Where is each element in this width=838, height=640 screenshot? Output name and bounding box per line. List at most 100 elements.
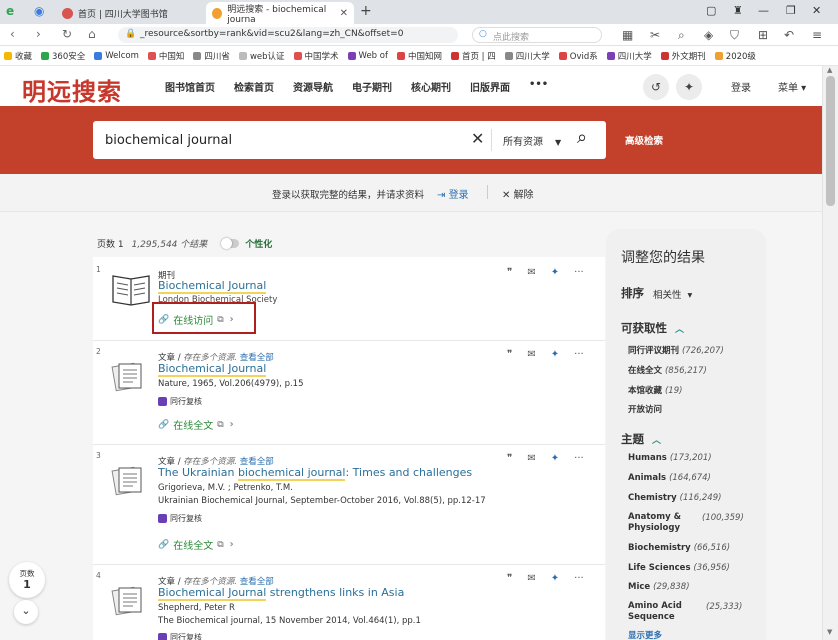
facet-item[interactable]: Mice (29,838) xyxy=(628,582,690,592)
undo-icon[interactable]: ↶ xyxy=(784,28,794,42)
bookmark-item[interactable]: 四川大学 xyxy=(606,50,652,62)
facet-item[interactable]: Humans (173,201) xyxy=(628,453,712,463)
show-more-link[interactable]: 显示更多 xyxy=(628,629,662,640)
nav-resources[interactable]: 资源导航 xyxy=(293,79,333,94)
bookmark-item[interactable]: Web of xyxy=(347,51,388,61)
bookmark-item[interactable]: 四川省 xyxy=(193,50,230,62)
more-icon[interactable]: ··· xyxy=(574,349,584,360)
home-icon[interactable]: ⌂ xyxy=(88,27,96,41)
search-submit-icon[interactable]: ⌕ xyxy=(577,127,587,148)
result-title[interactable]: Biochemical Journal strengthens links in… xyxy=(158,586,404,601)
nav-core-journals[interactable]: 核心期刊 xyxy=(411,79,451,94)
sort-select[interactable]: 相关性 ▾ xyxy=(653,287,692,301)
cite-icon[interactable]: ❞ xyxy=(507,267,512,278)
result-item[interactable]: 4 文章 / 存在多个资源. 查看全部 Biochemical Journal … xyxy=(93,565,605,640)
result-title[interactable]: The Ukrainian biochemical journal: Times… xyxy=(158,466,472,481)
scroll-down-icon[interactable]: ▼ xyxy=(827,628,832,636)
scope-select[interactable]: 所有资源 ▼ xyxy=(503,133,561,148)
shirt-icon[interactable]: ♜ xyxy=(733,4,743,17)
result-item[interactable]: 1 期刊 Biochemical Journal London Biochemi… xyxy=(93,257,605,341)
advanced-search-link[interactable]: 高级检索 xyxy=(625,133,663,147)
scrollbar[interactable]: ▲ ▼ xyxy=(822,66,838,640)
shield-icon[interactable]: ⛉ xyxy=(730,28,739,43)
facet-item[interactable]: 在线全文 (856,217) xyxy=(628,364,707,376)
result-item[interactable]: 3 文章 / 存在多个资源. 查看全部 The Ukrainian bioche… xyxy=(93,445,605,565)
tab-library-home[interactable]: 首页 | 四川大学图书馆 xyxy=(56,2,204,24)
facet-item[interactable]: Amino Acid Sequence xyxy=(628,601,698,623)
nav-more[interactable]: ••• xyxy=(529,79,548,94)
subject-heading[interactable]: 主题 ︿ xyxy=(621,431,661,447)
pin-icon[interactable]: ✦ xyxy=(551,573,559,584)
personalize-label[interactable]: 个性化 xyxy=(245,237,272,250)
fulltext-link[interactable]: 🔗 在线全文 ⧉ › xyxy=(158,417,234,432)
pin-icon[interactable]: ✦ xyxy=(551,349,559,360)
personalize-toggle[interactable] xyxy=(221,238,240,249)
nav-library-home[interactable]: 图书馆首页 xyxy=(165,79,215,94)
more-icon[interactable]: ··· xyxy=(574,573,584,584)
page-indicator[interactable]: 页数 1 xyxy=(9,562,45,598)
pin-icon[interactable]: ✦ xyxy=(551,453,559,464)
history-icon[interactable]: ↺ xyxy=(643,74,669,100)
nav-search-home[interactable]: 检索首页 xyxy=(234,79,274,94)
bookmark-item[interactable]: 四川大学 xyxy=(504,50,550,62)
facet-item[interactable]: 同行评议期刊 (726,207) xyxy=(628,344,724,356)
url-field[interactable]: 🔒 _resource&sortby=rank&vid=scu2&lang=zh… xyxy=(118,27,458,43)
reload-icon[interactable]: ↻ xyxy=(62,27,72,41)
fulltext-link[interactable]: 🔗 在线全文 ⧉ › xyxy=(158,537,234,552)
cite-icon[interactable]: ❞ xyxy=(507,453,512,464)
bookmark-item[interactable]: 收藏 xyxy=(4,50,32,62)
bookmark-item[interactable]: 中国知网 xyxy=(396,50,442,62)
dismiss-button[interactable]: ✕ 解除 xyxy=(502,186,534,201)
bookmark-item[interactable]: 360安全 xyxy=(41,50,85,62)
bookmark-item[interactable]: web认证 xyxy=(238,50,285,62)
facet-item[interactable]: Life Sciences (36,956) xyxy=(628,563,730,573)
forward-icon[interactable]: › xyxy=(36,27,41,41)
facet-item[interactable]: Anatomy & Physiology xyxy=(628,512,698,534)
browser-search-input[interactable]: ○ 点此搜索 xyxy=(472,27,602,43)
availability-heading[interactable]: 可获取性 ︿ xyxy=(621,320,684,336)
chevron-down-icon[interactable]: ⌄ xyxy=(14,600,38,624)
pin-icon[interactable]: ✦ xyxy=(551,267,559,278)
scroll-up-icon[interactable]: ▲ xyxy=(827,66,832,74)
close-tab-icon[interactable]: ✕ xyxy=(340,8,348,19)
apps-icon[interactable]: ⊞ xyxy=(758,28,768,42)
result-title[interactable]: Biochemical Journal xyxy=(158,279,267,294)
scrollbar-thumb[interactable] xyxy=(826,76,835,206)
bookmark-item[interactable]: 首页 | 四 xyxy=(450,50,496,62)
nav-old-interface[interactable]: 旧版界面 xyxy=(470,79,510,94)
tab-search-results[interactable]: 明远搜索 - biochemical journa ✕ xyxy=(206,2,354,25)
facet-item[interactable]: 开放访问 xyxy=(628,403,662,415)
login-link[interactable]: 登录 xyxy=(731,79,751,94)
facet-item[interactable]: 本馆收藏 (19) xyxy=(628,384,682,396)
facet-item[interactable]: Biochemistry (66,516) xyxy=(628,543,730,553)
bookmark-item[interactable]: Welcom xyxy=(94,51,139,61)
bookmark-item[interactable]: 中国知 xyxy=(147,50,184,62)
cite-icon[interactable]: ❞ xyxy=(507,573,512,584)
cite-icon[interactable]: ❞ xyxy=(507,349,512,360)
close-window-icon[interactable]: ✕ xyxy=(812,4,821,17)
back-icon[interactable]: ‹ xyxy=(10,27,15,41)
game-icon[interactable]: ◈ xyxy=(704,28,713,42)
bookmark-item[interactable]: Ovid系 xyxy=(558,50,598,62)
browser-compass-icon[interactable]: ◉ xyxy=(34,4,44,18)
bookmark-item[interactable]: 2020级 xyxy=(714,50,756,62)
facet-item[interactable]: Animals (164,674) xyxy=(628,473,711,483)
clear-search-icon[interactable]: ✕ xyxy=(471,129,484,148)
email-icon[interactable]: ✉ xyxy=(527,453,535,464)
search-icon[interactable]: ⌕ xyxy=(678,28,685,43)
email-icon[interactable]: ✉ xyxy=(527,573,535,584)
bookmark-item[interactable]: 外文期刊 xyxy=(660,50,706,62)
facet-item[interactable]: Chemistry (116,249) xyxy=(628,493,721,503)
new-tab-icon[interactable]: + xyxy=(360,3,372,19)
pin-icon[interactable]: ✦ xyxy=(676,74,702,100)
search-input[interactable] xyxy=(105,130,455,150)
site-logo[interactable]: 明远搜索 xyxy=(22,72,122,107)
result-item[interactable]: 2 文章 / 存在多个资源. 查看全部 Biochemical Journal … xyxy=(93,341,605,445)
restore-icon[interactable]: ❐ xyxy=(786,4,796,17)
notice-login-link[interactable]: ⇥ 登录 xyxy=(437,186,469,201)
extension-icon[interactable]: ▦ xyxy=(622,28,633,42)
nav-ejournals[interactable]: 电子期刊 xyxy=(352,79,392,94)
email-icon[interactable]: ✉ xyxy=(527,349,535,360)
tab-count-icon[interactable]: ▢ xyxy=(706,4,716,17)
minimize-icon[interactable]: — xyxy=(758,4,769,17)
